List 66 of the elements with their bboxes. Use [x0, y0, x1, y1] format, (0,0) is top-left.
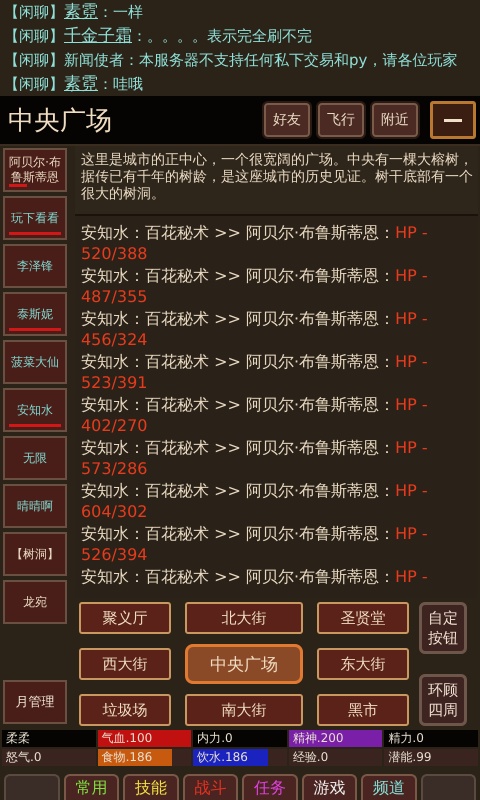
combat-log-entry: 安知水：百花秘术 >> 阿贝尔·布鲁斯蒂恩：HP - — [81, 566, 429, 588]
action-button[interactable]: 环顾四周 — [419, 674, 467, 726]
stat-label: 潜能.99 — [387, 750, 432, 764]
top-button[interactable]: 附近 — [372, 103, 418, 137]
exit-button[interactable]: 聚义厅 — [79, 602, 171, 634]
player-button[interactable]: 无限 — [3, 436, 67, 480]
stat-label: 内力.0 — [196, 731, 233, 745]
combat-log-entry: 安知水：百花秘术 >> 阿贝尔·布鲁斯蒂恩：HP - 604/302 — [81, 480, 429, 523]
exit-button[interactable]: 圣贤堂 — [317, 602, 409, 634]
tab-button[interactable]: 任务 — [242, 774, 298, 800]
stat-label: 饮水.186 — [196, 750, 248, 764]
action-button[interactable]: 自定按钮 — [419, 602, 467, 654]
player-button[interactable]: 菠菜大仙 — [3, 340, 67, 384]
player-link[interactable]: 素霓 — [64, 2, 98, 22]
player-button[interactable]: 【树洞】 — [3, 532, 67, 576]
player-button[interactable]: 李泽锋 — [3, 244, 67, 288]
player-button[interactable]: 阿贝尔·布鲁斯蒂恩 — [3, 148, 67, 192]
chat-message: ：哇哦 — [98, 75, 143, 93]
chat-message: ：一样 — [98, 3, 143, 21]
player-button[interactable]: 晴晴啊 — [3, 484, 67, 528]
combat-log-entry: 安知水：百花秘术 >> 阿贝尔·布鲁斯蒂恩：HP - 402/270 — [81, 394, 429, 437]
exit-button[interactable]: 西大街 — [79, 648, 171, 680]
character-name: 柔柔 — [2, 730, 96, 747]
top-button[interactable]: 飞行 — [318, 103, 364, 137]
location-title: 中央广场 — [8, 104, 112, 138]
tab-button[interactable]: 常用 — [64, 774, 119, 800]
combat-log-entry: 安知水：百花秘术 >> 阿贝尔·布鲁斯蒂恩：HP - 456/324 — [81, 308, 429, 351]
exit-button[interactable]: 中央广场 — [185, 644, 303, 684]
admin-button[interactable]: 月管理 — [3, 680, 67, 724]
combat-log-entry: 安知水：百花秘术 >> 阿贝尔·布鲁斯蒂恩：HP - 526/394 — [81, 522, 429, 566]
player-button[interactable]: 玩下看看 — [3, 196, 67, 240]
stat-label: 精力.0 — [387, 731, 424, 745]
chat-message: ：。。。。表示完全刷不完 — [132, 27, 312, 45]
combat-log-entry: 安知水：百花秘术 >> 阿贝尔·布鲁斯蒂恩：HP - 573/286 — [81, 436, 429, 480]
combat-log-entry: 安知水：百花秘术 >> 阿贝尔·布鲁斯蒂恩：HP - 520/388 — [81, 222, 429, 265]
tab-button[interactable] — [4, 774, 60, 800]
channel-label: 【闲聊】 — [4, 3, 64, 21]
chat-message: ：本服务器不支持任何私下交易和py，请各位玩家 — [124, 51, 458, 69]
player-link[interactable]: 千金子霜 — [64, 26, 132, 46]
stat-label: 食物.186 — [100, 750, 152, 764]
channel-label: 【闲聊】 — [4, 75, 64, 93]
player-button[interactable]: 泰斯妮 — [3, 292, 67, 336]
stat-label: 经验.0 — [292, 750, 328, 764]
channel-label: 【闲聊】 — [4, 27, 64, 45]
tab-button[interactable]: 游戏 — [302, 774, 357, 800]
menu-button[interactable] — [430, 101, 476, 139]
exit-button[interactable]: 南大街 — [185, 694, 303, 726]
stat-label: 精神.200 — [292, 731, 344, 745]
exit-button[interactable]: 黑市 — [317, 694, 409, 726]
player-button[interactable]: 安知水 — [3, 388, 67, 432]
combat-log-entry: 安知水：百花秘术 >> 阿贝尔·布鲁斯蒂恩：HP - 523/391 — [81, 350, 429, 394]
channel-label: 【闲聊】 — [4, 51, 64, 69]
tab-button[interactable]: 频道 — [361, 774, 416, 800]
combat-log-entry: 安知水：百花秘术 >> 阿贝尔·布鲁斯蒂恩：HP - 487/355 — [81, 264, 429, 308]
sender-name: 新闻使者 — [64, 51, 124, 69]
minus-icon — [444, 118, 462, 122]
tab-button[interactable]: 技能 — [123, 774, 178, 800]
exit-button[interactable]: 东大街 — [317, 648, 409, 680]
exit-button[interactable]: 北大街 — [185, 602, 303, 634]
stat-label: 怒气.0 — [5, 750, 42, 764]
stat-label: 气血.100 — [100, 731, 152, 745]
player-link[interactable]: 素霓 — [64, 74, 98, 94]
player-button[interactable]: 龙宛 — [3, 580, 67, 624]
top-button[interactable]: 好友 — [264, 103, 310, 137]
exit-button[interactable]: 垃圾场 — [79, 694, 171, 726]
tab-button[interactable] — [420, 774, 476, 800]
